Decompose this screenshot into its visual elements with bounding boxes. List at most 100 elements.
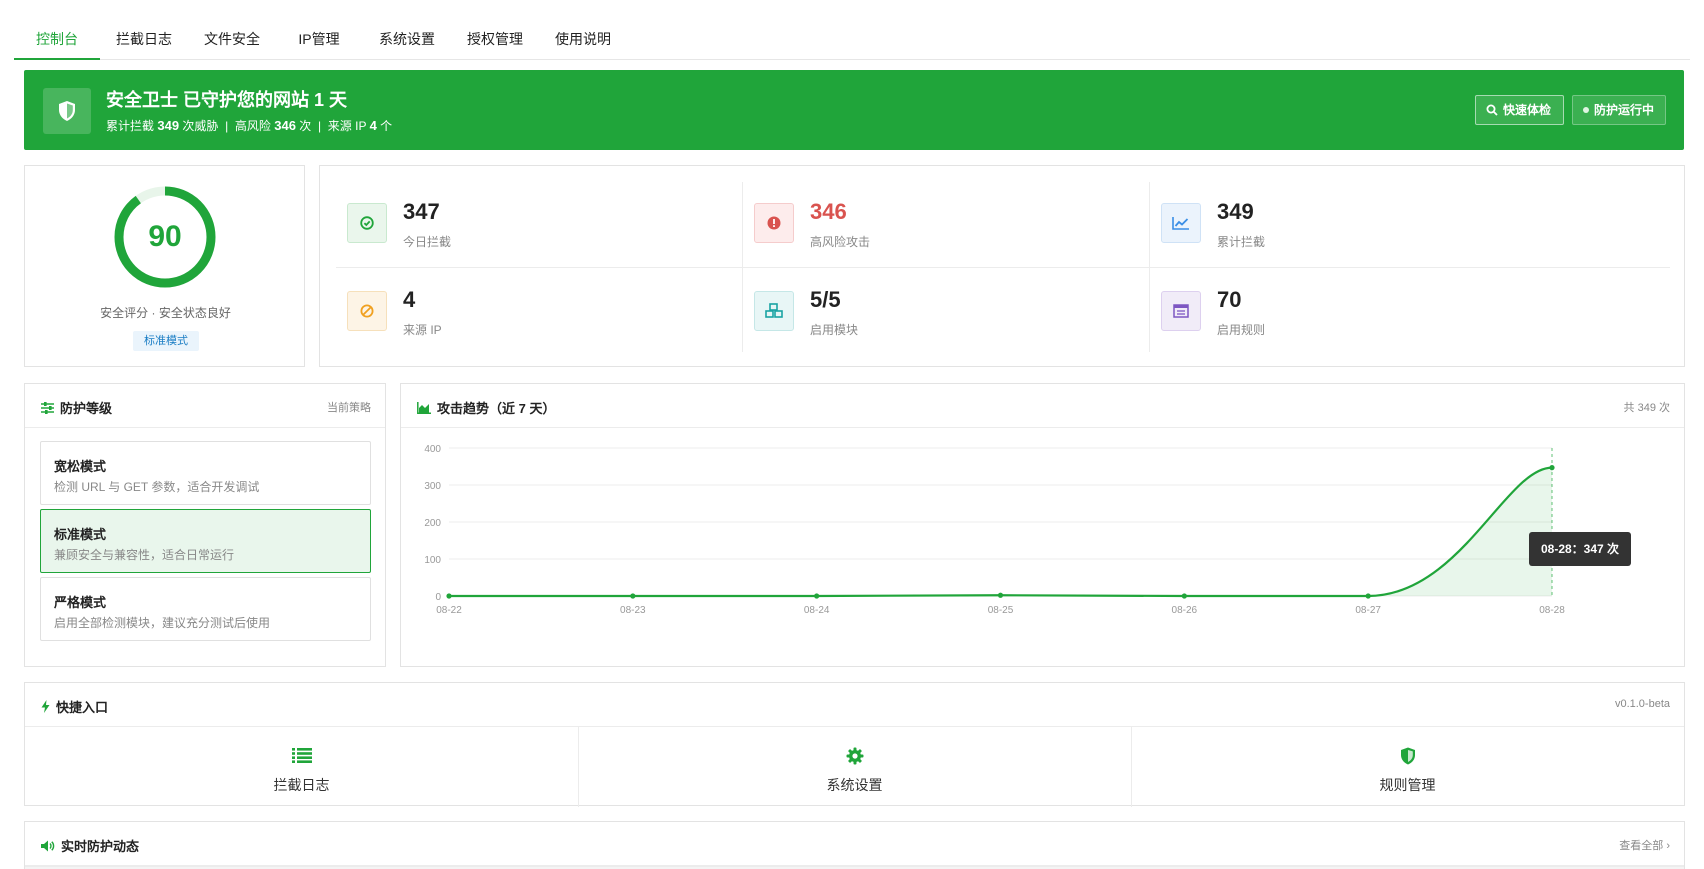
x-tick-label: 08-28 (1539, 605, 1565, 616)
check-circle-icon (347, 203, 387, 243)
stats-card: 347 今日拦截 346 高风险攻击 349 累计拦截 4 来源 IP 5/5 … (319, 165, 1685, 367)
sliders-icon (41, 401, 54, 414)
panel-header: 攻击趋势（近 7 天） 共 349 次 (401, 384, 1684, 428)
level-standard[interactable]: 标准模式 兼顾安全与兼容性，适合日常运行 (40, 509, 371, 573)
live-protection-panel: 实时防护动态 查看全部 › (24, 821, 1685, 869)
tab-intercept-log[interactable]: 拦截日志 (100, 18, 188, 60)
panel-title: 攻击趋势（近 7 天） (437, 401, 556, 416)
level-strict[interactable]: 严格模式 启用全部检测模块，建议充分测试后使用 (40, 577, 371, 641)
quick-intercept-log[interactable]: 拦截日志 (25, 727, 578, 807)
tab-system-settings[interactable]: 系统设置 (362, 18, 452, 60)
y-tick-label: 300 (424, 481, 441, 492)
data-point (1365, 593, 1371, 599)
shield-icon (1131, 747, 1684, 765)
quick-system-settings[interactable]: 系统设置 (578, 727, 1131, 807)
y-tick-label: 0 (435, 592, 441, 603)
tab-file-security[interactable]: 文件安全 (188, 18, 276, 60)
data-point (1181, 593, 1187, 599)
y-tick-label: 200 (424, 518, 441, 529)
level-desc: 检测 URL 与 GET 参数，适合开发调试 (54, 480, 260, 494)
level-name: 标准模式 (54, 527, 107, 542)
stat-label: 来源 IP (403, 323, 442, 337)
data-point (1549, 465, 1555, 471)
level-desc: 兼顾安全与兼容性，适合日常运行 (54, 548, 235, 562)
stat-value: 347 (403, 199, 440, 224)
y-tick-label: 100 (424, 555, 441, 566)
tab-help[interactable]: 使用说明 (538, 18, 628, 60)
panel-title: 防护等级 (60, 401, 113, 416)
version-label: v0.1.0-beta (1614, 698, 1670, 710)
protection-level-panel: 防护等级 当前策略 宽松模式 检测 URL 与 GET 参数，适合开发调试 标准… (24, 383, 386, 667)
stat-label: 今日拦截 (403, 235, 452, 249)
view-all-link[interactable]: 查看全部 › (1619, 837, 1670, 853)
stat-enabled-modules: 5/5 启用模块 (742, 269, 1142, 351)
tab-dashboard[interactable]: 控制台 (14, 18, 100, 60)
stat-label: 高风险攻击 (810, 235, 871, 249)
chart-tooltip: 08-28：347 次 (1529, 532, 1631, 566)
quick-scan-button[interactable]: 快速体检 (1475, 95, 1564, 125)
x-tick-label: 08-22 (436, 605, 462, 616)
panel-header: 实时防护动态 查看全部 › (25, 822, 1684, 866)
data-point (814, 593, 820, 599)
mode-badge: 标准模式 (133, 331, 199, 351)
stat-value: 346 (810, 199, 847, 224)
panel-subtitle: 共 349 次 (1623, 402, 1670, 414)
attack-trend-panel: 攻击趋势（近 7 天） 共 349 次 0 100 200 300 400 08-22 08… (400, 383, 1685, 667)
quick-label: 系统设置 (826, 777, 883, 793)
y-tick-label: 400 (424, 444, 441, 455)
data-point (997, 592, 1004, 598)
alert-circle-icon (754, 203, 794, 243)
stat-value: 5/5 (810, 287, 841, 312)
tab-ip-management[interactable]: IP管理 (276, 18, 362, 60)
panel-header: 快捷入口 v0.1.0-beta (25, 683, 1684, 727)
quick-label: 拦截日志 (273, 777, 330, 793)
stat-high-risk: 346 高风险攻击 (742, 181, 1142, 263)
level-desc: 启用全部检测模块，建议充分测试后使用 (54, 616, 271, 630)
stat-label: 启用规则 (1217, 323, 1266, 337)
speaker-icon (41, 840, 55, 851)
x-tick-label: 08-26 (1172, 605, 1198, 616)
x-tick-label: 08-23 (620, 605, 646, 616)
tab-license[interactable]: 授权管理 (452, 18, 538, 60)
quick-rule-management[interactable]: 规则管理 (1131, 727, 1684, 807)
area-chart-icon (417, 401, 431, 414)
ban-icon (347, 291, 387, 331)
x-tick-label: 08-27 (1355, 605, 1381, 616)
stat-value: 4 (403, 287, 416, 312)
score-value: 90 (148, 220, 182, 253)
protection-status-button[interactable]: 防护运行中 (1572, 95, 1666, 125)
stat-today-blocked: 347 今日拦截 (335, 181, 735, 263)
trend-chart-icon (1161, 203, 1201, 243)
panel-title: 实时防护动态 (61, 839, 140, 854)
panel-header: 防护等级 当前策略 (25, 384, 385, 428)
banner-title: 安全卫士 已守护您的网站 1 天 (106, 90, 348, 110)
x-tick-label: 08-25 (988, 605, 1014, 616)
stat-value: 349 (1217, 199, 1254, 224)
level-name: 宽松模式 (54, 459, 107, 474)
main-tabs: 控制台 拦截日志 文件安全 IP管理 系统设置 授权管理 使用说明 (14, 18, 1690, 60)
stat-label: 启用模块 (810, 323, 859, 337)
level-relaxed[interactable]: 宽松模式 检测 URL 与 GET 参数，适合开发调试 (40, 441, 371, 505)
bolt-icon (41, 700, 50, 713)
search-icon (1486, 104, 1498, 116)
shield-icon (43, 88, 91, 134)
panel-subtitle: 当前策略 (327, 402, 371, 414)
banner-summary: 累计拦截 349 次威胁 | 高风险 346 次 | 来源 IP 4 个 (106, 118, 393, 133)
quick-entry-panel: 快捷入口 v0.1.0-beta 拦截日志 系统设置 规则管理 (24, 682, 1685, 807)
gear-icon (578, 747, 1131, 765)
stat-total-blocked: 349 累计拦截 (1149, 181, 1549, 263)
security-score-card: 90 安全评分 · 安全状态良好 标准模式 (24, 165, 305, 367)
stat-source-ip: 4 来源 IP (335, 269, 735, 351)
attack-trend-chart: 0 100 200 300 400 08-22 08-23 08-24 08-25 08-26 08… (424, 444, 1565, 616)
cubes-icon (754, 291, 794, 331)
stat-label: 累计拦截 (1217, 235, 1266, 249)
data-point (630, 593, 636, 599)
quick-label: 规则管理 (1379, 777, 1436, 793)
level-name: 严格模式 (54, 595, 107, 610)
data-point (446, 593, 452, 599)
status-banner: 安全卫士 已守护您的网站 1 天 累计拦截 349 次威胁 | 高风险 346 … (24, 70, 1684, 150)
list-icon (25, 747, 578, 763)
series-area (449, 467, 1552, 596)
list-window-icon (1161, 291, 1201, 331)
divider (336, 267, 1670, 268)
